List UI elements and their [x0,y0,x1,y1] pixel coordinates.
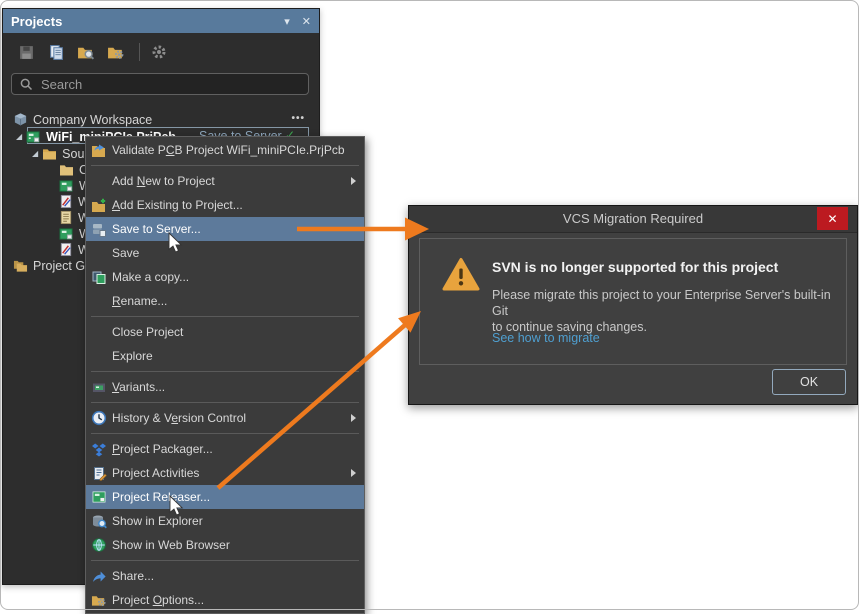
toolbar-separator [139,43,140,61]
menu-item-variants[interactable]: Variants... [86,375,364,399]
dialog-title: VCS Migration Required [409,206,857,233]
menu-item-explore[interactable]: Explore [86,344,364,368]
folder-open-icon [42,147,57,160]
folder-settings-icon [86,593,112,608]
share-arrow-icon [86,569,112,584]
search-icon [20,78,33,91]
menu-item-project-activities[interactable]: Project Activities [86,461,364,485]
pcb-doc-icon [59,227,74,241]
tree-expand-icon[interactable]: ◢ [16,132,22,141]
tree-label: Company Workspace [33,113,152,127]
folder-plus-icon [86,198,112,213]
copy-documents-icon [48,44,65,61]
vcs-migration-dialog: VCS Migration Required ✕ SVN is no longe… [408,205,858,405]
menu-item-add-new-to-project[interactable]: Add New to Project [86,169,364,193]
folder-search-button[interactable] [73,41,99,63]
menu-item-rename[interactable]: Rename... [86,289,364,313]
folder-search-icon [77,44,95,61]
menu-item-close-project[interactable]: Close Project [86,320,364,344]
menu-separator [91,560,359,561]
activities-doc-icon [86,466,112,481]
pcb-project-icon [26,130,41,144]
menu-item-validate-project[interactable]: Validate PCB Project WiFi_miniPCIe.PrjPc… [86,138,364,162]
tree-item-company-workspace[interactable]: Company Workspace [13,111,152,128]
folder-icon [59,163,74,176]
menu-item-save[interactable]: Save [86,241,364,265]
folder-settings-icon [107,44,125,61]
menu-separator [91,433,359,434]
tree-item-project-group[interactable]: Project G [13,257,85,274]
panel-close-icon[interactable]: ✕ [302,15,311,28]
menu-item-show-in-explorer[interactable]: Show in Explorer [86,509,364,533]
schematic-doc-icon [59,194,73,209]
globe-icon [86,537,112,553]
menu-item-save-to-server[interactable]: Save to Server... [86,217,364,241]
warning-triangle-icon [442,257,480,297]
tree-item-source-documents[interactable]: ◢ Sou [32,145,84,162]
copy-documents-button[interactable] [43,41,69,63]
save-button[interactable] [13,41,39,63]
menu-separator [91,165,359,166]
menu-item-project-options[interactable]: Project Options... [86,588,364,612]
tree-expand-icon[interactable]: ◢ [32,149,38,158]
dialog-body-line1: Please migrate this project to your Ente… [492,287,846,319]
project-context-menu: Validate PCB Project WiFi_miniPCIe.PrjPc… [85,136,365,614]
dialog-heading: SVN is no longer supported for this proj… [492,259,778,275]
save-icon [18,44,35,61]
variants-board-icon [86,380,112,395]
menu-item-project-releaser[interactable]: Project Releaser... [86,485,364,509]
text-doc-icon [59,210,73,225]
panel-toolbar [3,35,319,69]
ok-button[interactable]: OK [772,369,846,395]
packager-icon [86,442,112,457]
menu-item-project-packager[interactable]: Project Packager... [86,437,364,461]
see-how-to-migrate-link[interactable]: See how to migrate [492,331,600,345]
pcb-project-icon [86,490,112,504]
dialog-message-panel: SVN is no longer supported for this proj… [419,238,847,365]
folder-settings-button[interactable] [103,41,129,63]
panel-menu-caret-icon[interactable]: ▾ [284,15,290,28]
menu-separator [91,402,359,403]
submenu-arrow-icon [351,469,356,477]
close-icon: ✕ [827,212,837,226]
pcb-doc-icon [59,179,74,193]
tree-label: Project G [33,259,85,273]
submenu-arrow-icon [351,414,356,422]
server-icon [86,222,112,237]
tree-label: Sou [62,147,84,161]
workspace-cube-icon [13,112,28,127]
panel-titlebar[interactable]: Projects ▾ ✕ [3,9,319,33]
panel-title: Projects [11,14,62,29]
menu-item-make-a-copy[interactable]: Make a copy... [86,265,364,289]
dialog-body-text: Please migrate this project to your Ente… [492,287,846,335]
settings-gear-button[interactable] [146,41,172,63]
project-group-icon [13,259,28,273]
search-input[interactable] [39,76,293,93]
menu-item-share[interactable]: Share... [86,564,364,588]
menu-separator [91,371,359,372]
menu-separator [91,316,359,317]
history-clock-icon [86,410,112,426]
menu-item-history-version-control[interactable]: History & Version Control [86,406,364,430]
settings-gear-icon [150,43,168,61]
submenu-arrow-icon [351,177,356,185]
search-box[interactable] [11,73,309,95]
database-search-icon [86,514,112,529]
validate-project-icon [86,143,112,158]
menu-item-add-existing-to-project[interactable]: Add Existing to Project... [86,193,364,217]
dialog-close-button[interactable]: ✕ [817,207,848,230]
menu-item-show-in-web-browser[interactable]: Show in Web Browser [86,533,364,557]
schematic-doc-icon [59,242,73,257]
workspace-more-icon[interactable]: ••• [291,113,305,124]
copy-icon [86,270,112,285]
